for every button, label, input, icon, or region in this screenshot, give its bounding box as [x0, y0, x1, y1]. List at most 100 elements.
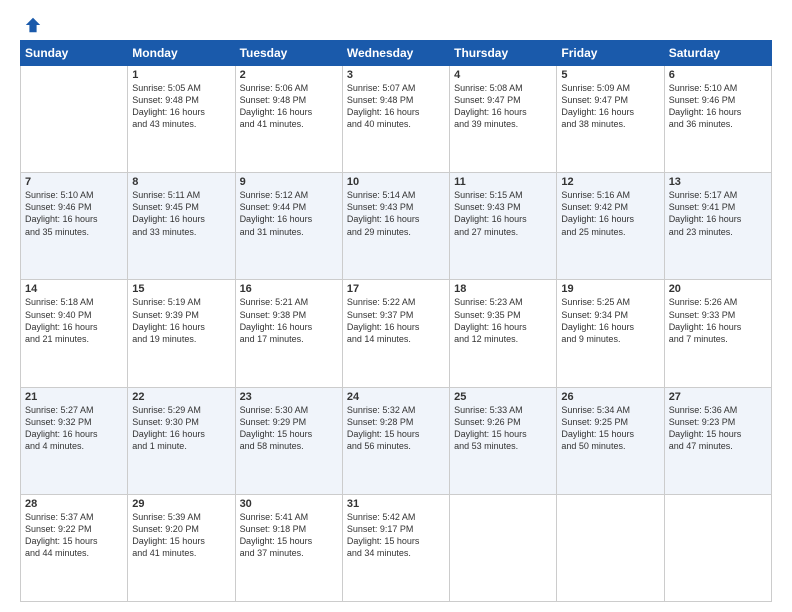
calendar-day-cell: 5Sunrise: 5:09 AM Sunset: 9:47 PM Daylig… — [557, 66, 664, 173]
day-number: 5 — [561, 69, 659, 81]
calendar-header-row: SundayMondayTuesdayWednesdayThursdayFrid… — [21, 41, 772, 66]
day-header-sunday: Sunday — [21, 41, 128, 66]
day-info: Sunrise: 5:30 AM Sunset: 9:29 PM Dayligh… — [240, 404, 338, 453]
day-info: Sunrise: 5:14 AM Sunset: 9:43 PM Dayligh… — [347, 189, 445, 238]
day-info: Sunrise: 5:25 AM Sunset: 9:34 PM Dayligh… — [561, 296, 659, 345]
day-info: Sunrise: 5:21 AM Sunset: 9:38 PM Dayligh… — [240, 296, 338, 345]
day-number: 16 — [240, 283, 338, 295]
calendar-week-row: 1Sunrise: 5:05 AM Sunset: 9:48 PM Daylig… — [21, 66, 772, 173]
day-number: 18 — [454, 283, 552, 295]
calendar-week-row: 21Sunrise: 5:27 AM Sunset: 9:32 PM Dayli… — [21, 387, 772, 494]
day-info: Sunrise: 5:27 AM Sunset: 9:32 PM Dayligh… — [25, 404, 123, 453]
day-number: 15 — [132, 283, 230, 295]
day-info: Sunrise: 5:06 AM Sunset: 9:48 PM Dayligh… — [240, 82, 338, 131]
day-info: Sunrise: 5:16 AM Sunset: 9:42 PM Dayligh… — [561, 189, 659, 238]
calendar-week-row: 7Sunrise: 5:10 AM Sunset: 9:46 PM Daylig… — [21, 173, 772, 280]
day-info: Sunrise: 5:41 AM Sunset: 9:18 PM Dayligh… — [240, 511, 338, 560]
calendar-day-cell: 10Sunrise: 5:14 AM Sunset: 9:43 PM Dayli… — [342, 173, 449, 280]
calendar-day-cell: 20Sunrise: 5:26 AM Sunset: 9:33 PM Dayli… — [664, 280, 771, 387]
day-info: Sunrise: 5:05 AM Sunset: 9:48 PM Dayligh… — [132, 82, 230, 131]
calendar-empty-cell — [21, 66, 128, 173]
calendar-day-cell: 30Sunrise: 5:41 AM Sunset: 9:18 PM Dayli… — [235, 494, 342, 601]
day-info: Sunrise: 5:10 AM Sunset: 9:46 PM Dayligh… — [25, 189, 123, 238]
day-number: 22 — [132, 391, 230, 403]
day-info: Sunrise: 5:10 AM Sunset: 9:46 PM Dayligh… — [669, 82, 767, 131]
day-info: Sunrise: 5:18 AM Sunset: 9:40 PM Dayligh… — [25, 296, 123, 345]
day-info: Sunrise: 5:12 AM Sunset: 9:44 PM Dayligh… — [240, 189, 338, 238]
day-info: Sunrise: 5:07 AM Sunset: 9:48 PM Dayligh… — [347, 82, 445, 131]
calendar-day-cell: 14Sunrise: 5:18 AM Sunset: 9:40 PM Dayli… — [21, 280, 128, 387]
calendar-day-cell: 4Sunrise: 5:08 AM Sunset: 9:47 PM Daylig… — [450, 66, 557, 173]
day-number: 10 — [347, 176, 445, 188]
calendar-day-cell: 7Sunrise: 5:10 AM Sunset: 9:46 PM Daylig… — [21, 173, 128, 280]
calendar-day-cell: 16Sunrise: 5:21 AM Sunset: 9:38 PM Dayli… — [235, 280, 342, 387]
calendar-day-cell: 13Sunrise: 5:17 AM Sunset: 9:41 PM Dayli… — [664, 173, 771, 280]
calendar-day-cell: 22Sunrise: 5:29 AM Sunset: 9:30 PM Dayli… — [128, 387, 235, 494]
calendar-day-cell: 25Sunrise: 5:33 AM Sunset: 9:26 PM Dayli… — [450, 387, 557, 494]
day-number: 24 — [347, 391, 445, 403]
calendar-empty-cell — [664, 494, 771, 601]
calendar-day-cell: 8Sunrise: 5:11 AM Sunset: 9:45 PM Daylig… — [128, 173, 235, 280]
day-info: Sunrise: 5:23 AM Sunset: 9:35 PM Dayligh… — [454, 296, 552, 345]
day-number: 1 — [132, 69, 230, 81]
day-number: 2 — [240, 69, 338, 81]
calendar-empty-cell — [450, 494, 557, 601]
calendar-day-cell: 24Sunrise: 5:32 AM Sunset: 9:28 PM Dayli… — [342, 387, 449, 494]
calendar-day-cell: 31Sunrise: 5:42 AM Sunset: 9:17 PM Dayli… — [342, 494, 449, 601]
logo — [20, 16, 42, 30]
day-info: Sunrise: 5:32 AM Sunset: 9:28 PM Dayligh… — [347, 404, 445, 453]
day-number: 23 — [240, 391, 338, 403]
day-header-thursday: Thursday — [450, 41, 557, 66]
day-header-friday: Friday — [557, 41, 664, 66]
day-info: Sunrise: 5:19 AM Sunset: 9:39 PM Dayligh… — [132, 296, 230, 345]
day-header-monday: Monday — [128, 41, 235, 66]
day-number: 9 — [240, 176, 338, 188]
day-number: 29 — [132, 498, 230, 510]
day-number: 30 — [240, 498, 338, 510]
day-number: 13 — [669, 176, 767, 188]
calendar-day-cell: 2Sunrise: 5:06 AM Sunset: 9:48 PM Daylig… — [235, 66, 342, 173]
calendar-day-cell: 23Sunrise: 5:30 AM Sunset: 9:29 PM Dayli… — [235, 387, 342, 494]
day-number: 11 — [454, 176, 552, 188]
calendar-day-cell: 27Sunrise: 5:36 AM Sunset: 9:23 PM Dayli… — [664, 387, 771, 494]
day-number: 17 — [347, 283, 445, 295]
calendar-table: SundayMondayTuesdayWednesdayThursdayFrid… — [20, 40, 772, 602]
header — [20, 16, 772, 30]
day-info: Sunrise: 5:33 AM Sunset: 9:26 PM Dayligh… — [454, 404, 552, 453]
calendar-day-cell: 29Sunrise: 5:39 AM Sunset: 9:20 PM Dayli… — [128, 494, 235, 601]
calendar-week-row: 28Sunrise: 5:37 AM Sunset: 9:22 PM Dayli… — [21, 494, 772, 601]
day-info: Sunrise: 5:36 AM Sunset: 9:23 PM Dayligh… — [669, 404, 767, 453]
calendar-day-cell: 19Sunrise: 5:25 AM Sunset: 9:34 PM Dayli… — [557, 280, 664, 387]
day-number: 28 — [25, 498, 123, 510]
calendar-day-cell: 18Sunrise: 5:23 AM Sunset: 9:35 PM Dayli… — [450, 280, 557, 387]
day-info: Sunrise: 5:11 AM Sunset: 9:45 PM Dayligh… — [132, 189, 230, 238]
page: SundayMondayTuesdayWednesdayThursdayFrid… — [0, 0, 792, 612]
day-number: 21 — [25, 391, 123, 403]
day-info: Sunrise: 5:29 AM Sunset: 9:30 PM Dayligh… — [132, 404, 230, 453]
calendar-day-cell: 15Sunrise: 5:19 AM Sunset: 9:39 PM Dayli… — [128, 280, 235, 387]
day-info: Sunrise: 5:37 AM Sunset: 9:22 PM Dayligh… — [25, 511, 123, 560]
day-info: Sunrise: 5:42 AM Sunset: 9:17 PM Dayligh… — [347, 511, 445, 560]
calendar-day-cell: 12Sunrise: 5:16 AM Sunset: 9:42 PM Dayli… — [557, 173, 664, 280]
day-number: 7 — [25, 176, 123, 188]
calendar-day-cell: 28Sunrise: 5:37 AM Sunset: 9:22 PM Dayli… — [21, 494, 128, 601]
calendar-day-cell: 1Sunrise: 5:05 AM Sunset: 9:48 PM Daylig… — [128, 66, 235, 173]
day-header-saturday: Saturday — [664, 41, 771, 66]
day-info: Sunrise: 5:22 AM Sunset: 9:37 PM Dayligh… — [347, 296, 445, 345]
day-number: 25 — [454, 391, 552, 403]
calendar-day-cell: 3Sunrise: 5:07 AM Sunset: 9:48 PM Daylig… — [342, 66, 449, 173]
day-number: 20 — [669, 283, 767, 295]
day-number: 27 — [669, 391, 767, 403]
day-info: Sunrise: 5:26 AM Sunset: 9:33 PM Dayligh… — [669, 296, 767, 345]
day-header-tuesday: Tuesday — [235, 41, 342, 66]
day-info: Sunrise: 5:08 AM Sunset: 9:47 PM Dayligh… — [454, 82, 552, 131]
day-number: 12 — [561, 176, 659, 188]
calendar-empty-cell — [557, 494, 664, 601]
day-number: 14 — [25, 283, 123, 295]
day-number: 19 — [561, 283, 659, 295]
day-header-wednesday: Wednesday — [342, 41, 449, 66]
calendar-day-cell: 6Sunrise: 5:10 AM Sunset: 9:46 PM Daylig… — [664, 66, 771, 173]
logo-icon — [24, 16, 42, 34]
day-number: 31 — [347, 498, 445, 510]
day-info: Sunrise: 5:34 AM Sunset: 9:25 PM Dayligh… — [561, 404, 659, 453]
